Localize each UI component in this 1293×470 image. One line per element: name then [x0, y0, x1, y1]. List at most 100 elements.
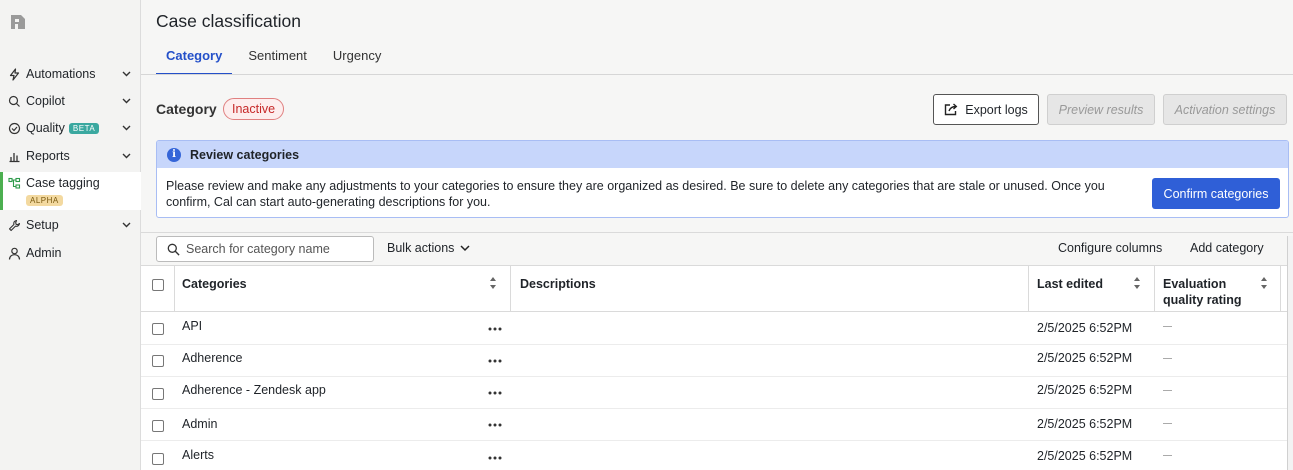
- sort-icon[interactable]: [1133, 276, 1141, 290]
- rating-empty-dash: [1163, 390, 1172, 391]
- copilot-icon: [8, 95, 20, 107]
- chevron-down-icon: [460, 245, 470, 252]
- sidebar-item-copilot[interactable]: Copilot: [0, 90, 141, 112]
- tab-sentiment[interactable]: Sentiment: [238, 44, 317, 75]
- sidebar: Automations Copilot Quality BETA Reports…: [0, 0, 141, 470]
- select-all-checkbox[interactable]: [152, 279, 164, 291]
- rating-empty-dash: [1163, 326, 1172, 327]
- rating-empty-dash: [1163, 358, 1172, 359]
- category-name: Adherence: [182, 351, 243, 365]
- confirm-categories-button[interactable]: Confirm categories: [1152, 178, 1280, 209]
- info-icon: i: [167, 147, 181, 162]
- export-icon: [945, 103, 958, 116]
- more-dots-icon[interactable]: [487, 356, 503, 366]
- row-checkbox[interactable]: [152, 453, 164, 465]
- table-row[interactable]: Admin 2/5/2025 6:52PM: [141, 409, 1287, 441]
- category-name: Adherence - Zendesk app: [182, 383, 326, 397]
- table-row[interactable]: Adherence - Zendesk app 2/5/2025 6:52PM: [141, 377, 1287, 409]
- categories-table: Categories Descriptions Last edited Eval…: [141, 265, 1287, 470]
- search-input[interactable]: [186, 242, 366, 256]
- bulk-actions-dropdown[interactable]: Bulk actions: [387, 241, 470, 255]
- table-row[interactable]: Adherence 2/5/2025 6:52PM: [141, 345, 1287, 377]
- logo-icon[interactable]: [9, 13, 27, 31]
- more-dots-icon[interactable]: [487, 420, 503, 430]
- sidebar-item-label: Automations: [26, 67, 96, 81]
- chevron-down-icon[interactable]: [122, 220, 131, 229]
- sidebar-item-quality[interactable]: Quality BETA: [0, 117, 141, 139]
- beta-badge: BETA: [68, 122, 100, 134]
- scrollbar[interactable]: [1287, 236, 1293, 470]
- export-logs-button[interactable]: Export logs: [933, 94, 1039, 125]
- more-dots-icon[interactable]: [487, 388, 503, 398]
- last-edited-value: 2/5/2025 6:52PM: [1037, 383, 1133, 397]
- more-dots-icon[interactable]: [487, 324, 503, 334]
- tabs-divider: [141, 74, 1293, 75]
- tab-category[interactable]: Category: [156, 44, 233, 75]
- add-category-button[interactable]: Add category: [1190, 241, 1264, 255]
- column-divider: [510, 266, 511, 312]
- review-banner: i Review categories Please review and ma…: [156, 140, 1289, 218]
- page-title: Case classification: [156, 11, 301, 31]
- quality-check-icon: [8, 122, 21, 134]
- column-divider: [1280, 266, 1281, 312]
- reports-bar-icon: [9, 152, 20, 162]
- sidebar-item-label: Setup: [26, 218, 59, 232]
- rating-empty-dash: [1163, 455, 1172, 456]
- banner-header: i Review categories: [157, 141, 1288, 168]
- last-edited-value: 2/5/2025 6:52PM: [1037, 321, 1133, 335]
- sidebar-item-reports[interactable]: Reports: [0, 145, 141, 167]
- search-box[interactable]: [156, 236, 374, 262]
- table-row[interactable]: Alerts 2/5/2025 6:52PM: [141, 441, 1287, 470]
- column-header-last-edited[interactable]: Last edited: [1037, 276, 1103, 292]
- row-checkbox[interactable]: [152, 420, 164, 432]
- column-header-evaluation-quality-rating[interactable]: Evaluation quality rating: [1163, 276, 1253, 308]
- banner-message: Please review and make any adjustments t…: [166, 179, 1105, 209]
- bolt-icon: [9, 67, 20, 81]
- chevron-down-icon[interactable]: [122, 69, 131, 78]
- bulk-actions-label: Bulk actions: [387, 241, 455, 255]
- column-header-descriptions: Descriptions: [520, 277, 596, 291]
- sidebar-item-label: Quality: [26, 121, 65, 135]
- export-logs-label: Export logs: [965, 102, 1028, 117]
- rating-empty-dash: [1163, 423, 1172, 424]
- last-edited-value: 2/5/2025 6:52PM: [1037, 449, 1133, 463]
- sidebar-item-label: Admin: [26, 246, 62, 260]
- wrench-icon: [8, 219, 21, 231]
- section-title: Category: [156, 101, 217, 117]
- row-checkbox[interactable]: [152, 388, 164, 400]
- sidebar-item-automations[interactable]: Automations: [0, 63, 141, 85]
- category-name: API: [182, 319, 203, 333]
- configure-columns-button[interactable]: Configure columns: [1058, 241, 1162, 255]
- activation-settings-button[interactable]: Activation settings: [1163, 94, 1287, 125]
- category-name: Admin: [182, 417, 218, 431]
- table-header: Categories Descriptions Last edited Eval…: [141, 266, 1287, 312]
- row-checkbox[interactable]: [152, 355, 164, 367]
- sidebar-item-label: Case tagging: [26, 176, 100, 190]
- sidebar-item-setup[interactable]: Setup: [0, 214, 141, 236]
- preview-results-button[interactable]: Preview results: [1047, 94, 1155, 125]
- tab-bar: Category Sentiment Urgency: [156, 44, 397, 75]
- chevron-down-icon[interactable]: [122, 123, 131, 132]
- status-badge: Inactive: [223, 98, 285, 120]
- sidebar-item-admin[interactable]: Admin: [0, 242, 141, 264]
- tab-urgency[interactable]: Urgency: [323, 44, 391, 75]
- sidebar-item-label: Copilot: [26, 94, 65, 108]
- search-icon: [167, 243, 180, 256]
- chevron-down-icon[interactable]: [122, 96, 131, 105]
- sidebar-item-case-tagging[interactable]: Case tagging: [0, 172, 141, 194]
- sort-icon[interactable]: [1260, 276, 1268, 290]
- more-dots-icon[interactable]: [487, 453, 503, 463]
- last-edited-value: 2/5/2025 6:52PM: [1037, 351, 1133, 365]
- category-name: Alerts: [182, 448, 214, 462]
- column-divider: [174, 266, 175, 312]
- last-edited-value: 2/5/2025 6:52PM: [1037, 417, 1133, 431]
- table-row[interactable]: API 2/5/2025 6:52PM: [141, 313, 1287, 345]
- column-header-categories[interactable]: Categories: [182, 276, 247, 292]
- row-checkbox[interactable]: [152, 323, 164, 335]
- column-divider: [1028, 266, 1029, 312]
- column-divider: [1154, 266, 1155, 312]
- sort-icon[interactable]: [489, 276, 497, 290]
- sidebar-item-label: Reports: [26, 149, 70, 163]
- chevron-down-icon[interactable]: [122, 151, 131, 160]
- alpha-badge: ALPHA: [26, 195, 63, 206]
